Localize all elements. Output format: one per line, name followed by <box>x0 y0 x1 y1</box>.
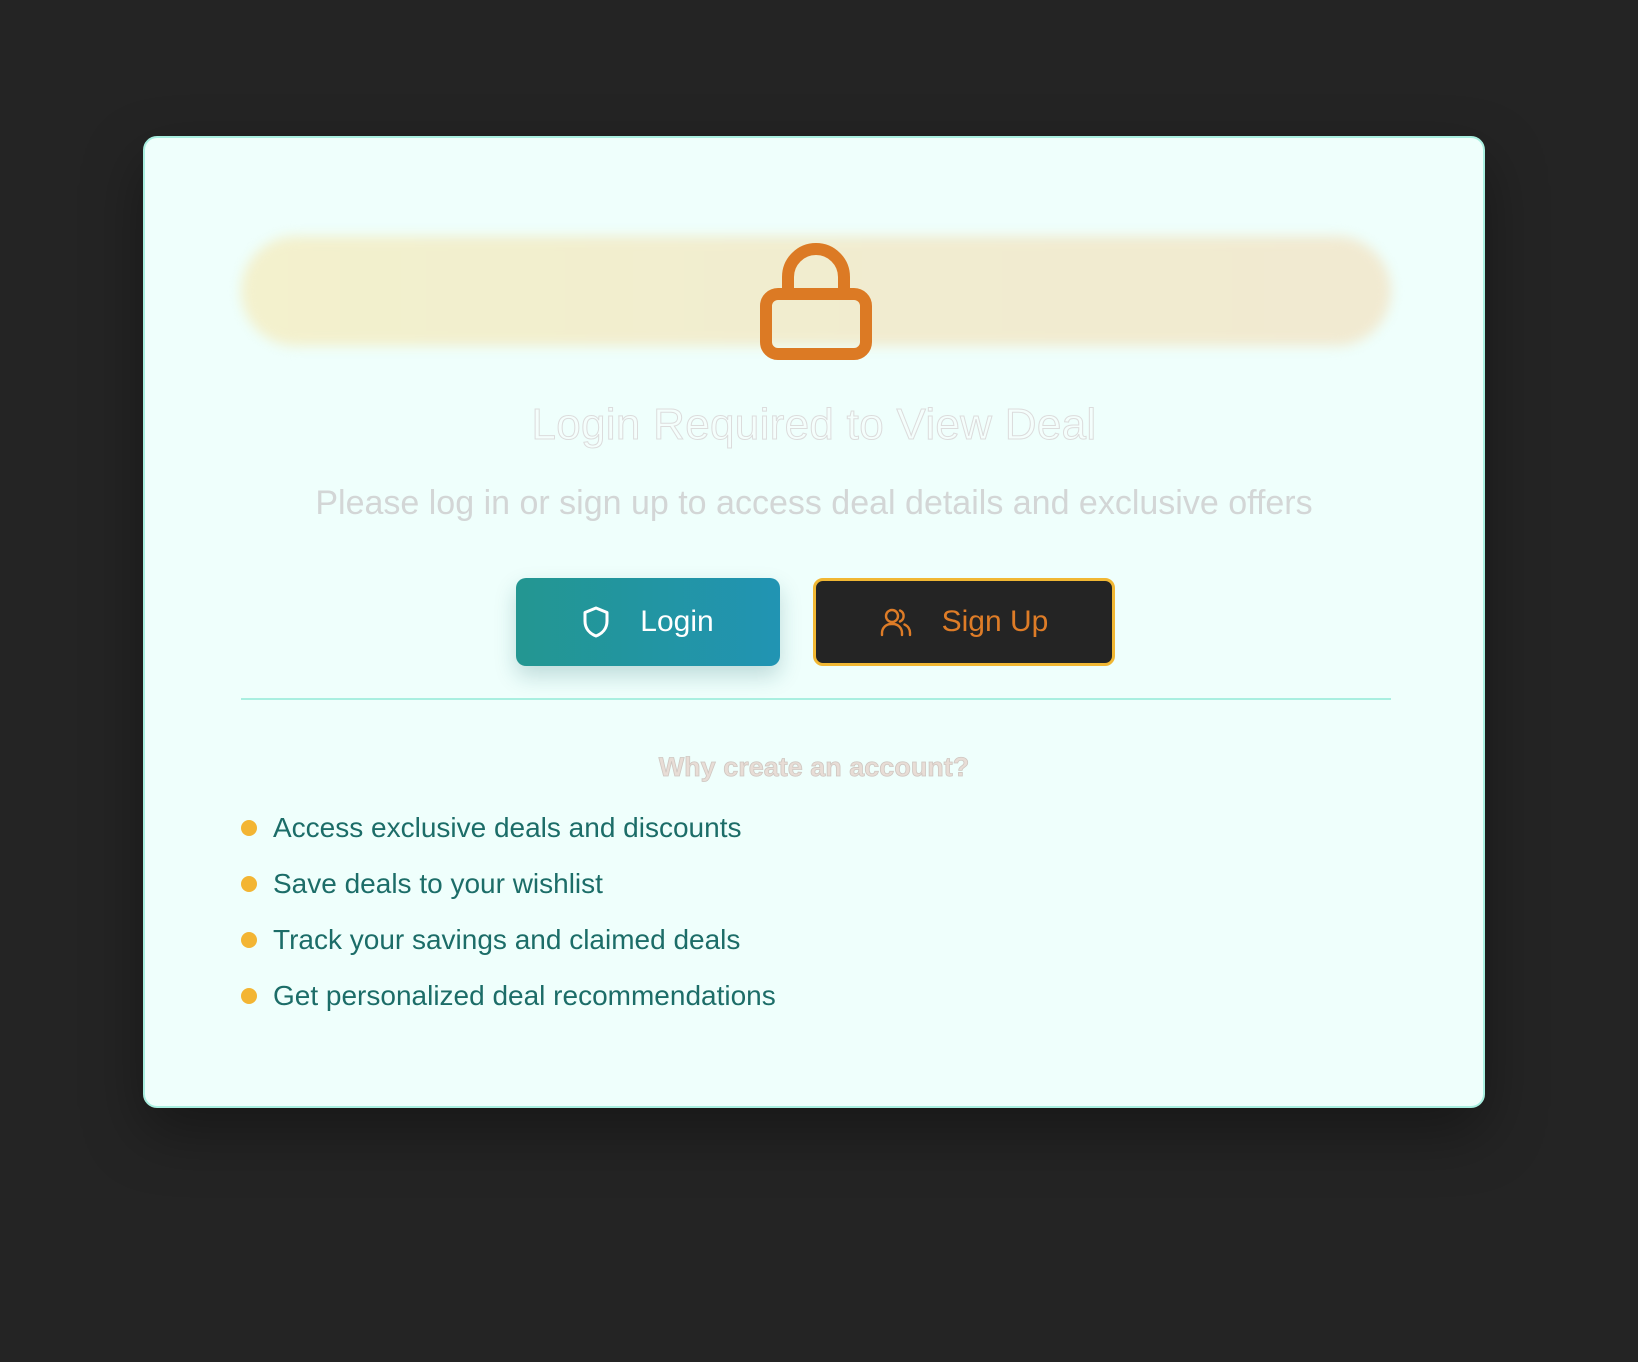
benefits-heading: Why create an account? <box>658 752 970 783</box>
page-title: Login Required to View Deal <box>531 400 1097 450</box>
page-subtitle: Please log in or sign up to access deal … <box>315 484 1313 522</box>
section-divider <box>241 698 1391 700</box>
list-item: Get personalized deal recommendations <box>241 968 776 1024</box>
signup-button[interactable]: Sign Up <box>813 578 1115 666</box>
benefit-text: Track your savings and claimed deals <box>273 924 741 955</box>
benefit-text: Save deals to your wishlist <box>273 868 603 899</box>
lock-icon <box>760 243 872 360</box>
bullet-dot <box>241 876 257 892</box>
login-button-label: Login <box>640 605 714 638</box>
login-required-card: Login Required to View Deal Please log i… <box>143 136 1485 1108</box>
benefit-text: Access exclusive deals and discounts <box>273 812 742 843</box>
users-icon <box>880 608 911 637</box>
bullet-dot <box>241 932 257 948</box>
benefits-list: Access exclusive deals and discounts Sav… <box>241 800 776 1024</box>
signup-button-label: Sign Up <box>941 605 1049 638</box>
bullet-dot <box>241 820 257 836</box>
bullet-dot <box>241 988 257 1004</box>
list-item: Access exclusive deals and discounts <box>241 800 776 856</box>
list-item: Track your savings and claimed deals <box>241 912 776 968</box>
benefit-text: Get personalized deal recommendations <box>273 980 776 1011</box>
list-item: Save deals to your wishlist <box>241 856 776 912</box>
shield-icon <box>583 606 609 638</box>
login-button[interactable]: Login <box>516 578 780 666</box>
